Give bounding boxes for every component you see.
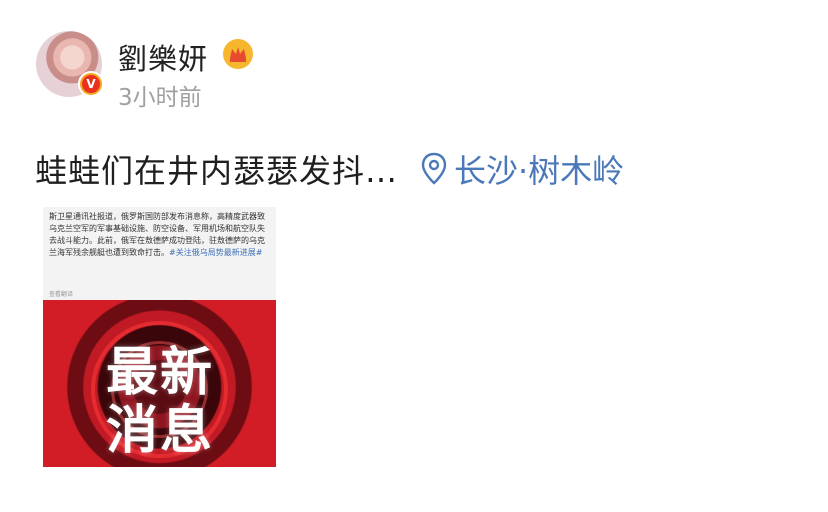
translate-link[interactable]: 查看翻译	[49, 289, 73, 298]
location-label: 长沙·树木岭	[454, 152, 625, 190]
verified-badge-letter: V	[82, 75, 100, 93]
banner-title: 最新 消息	[100, 344, 220, 460]
banner-line-1: 最新	[105, 343, 214, 403]
location-link[interactable]: 长沙·树木岭	[420, 146, 624, 192]
username[interactable]: 劉樂妍	[118, 36, 208, 78]
post-timestamp: 3小时前	[118, 85, 202, 111]
weibo-post: V 劉樂妍 3小时前 蛙蛙们在井内瑟瑟发抖… 长沙·树木岭 斯卫星通讯社报道，俄…	[0, 0, 828, 512]
post-image[interactable]: 斯卫星通讯社报道，俄罗斯国防部发布消息称，高精度武器致乌克兰空军的军事基础设施、…	[43, 207, 276, 467]
news-text: 斯卫星通讯社报道，俄罗斯国防部发布消息称，高精度武器致乌克兰空军的军事基础设施、…	[49, 211, 271, 259]
news-hashtag[interactable]: #关注俄乌局势最新进展#	[169, 248, 262, 257]
crown-icon	[223, 39, 253, 69]
verified-badge-icon: V	[78, 71, 104, 97]
avatar[interactable]: V	[36, 31, 104, 97]
breaking-news-banner: 最新 消息	[43, 300, 276, 467]
post-text: 蛙蛙们在井内瑟瑟发抖…	[35, 152, 399, 190]
location-pin-icon	[421, 152, 447, 185]
banner-line-2: 消息	[105, 401, 214, 461]
